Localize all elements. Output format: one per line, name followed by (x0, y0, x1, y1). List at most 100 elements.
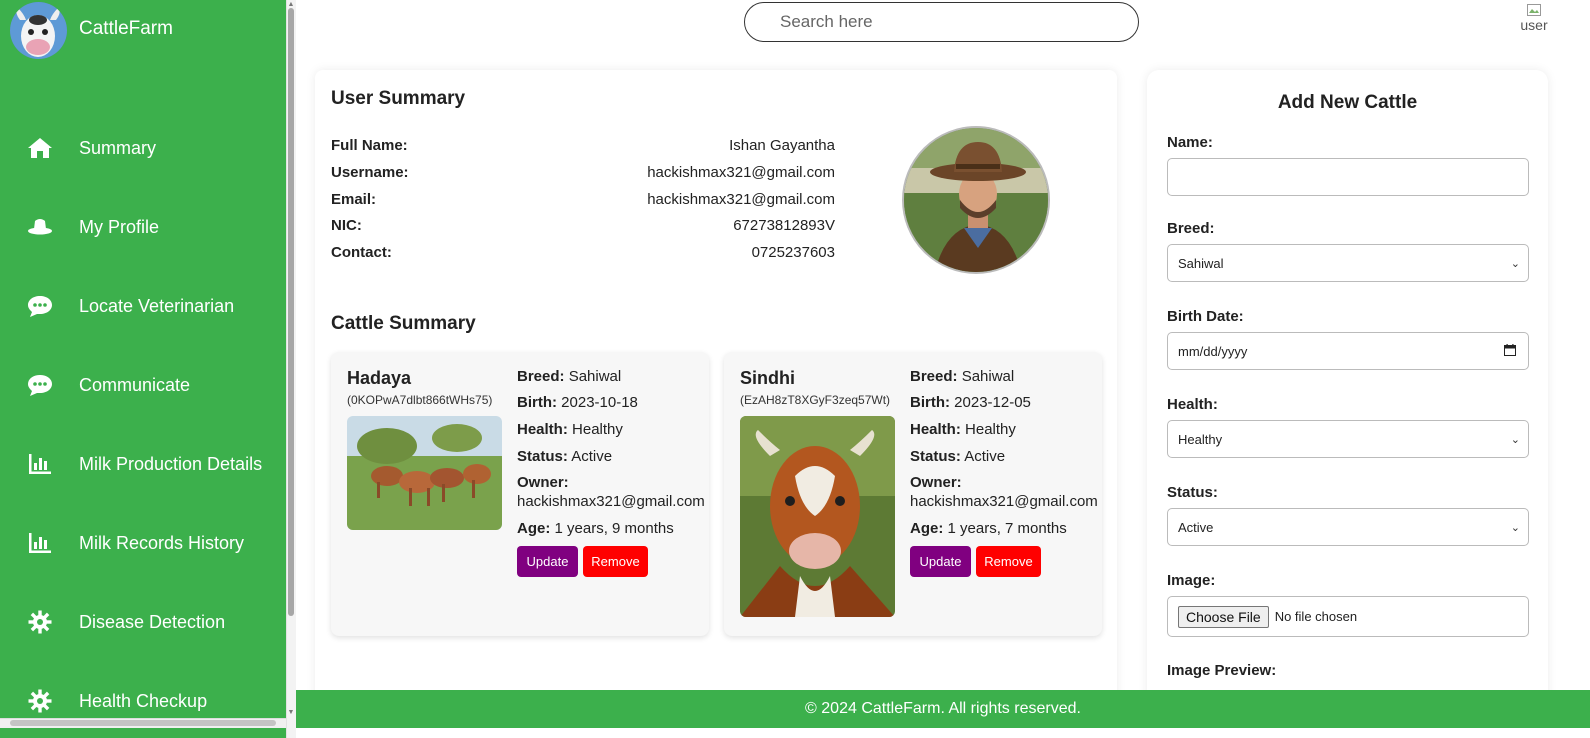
remove-button[interactable]: Remove (976, 546, 1041, 577)
age-value: 1 years, 9 months (554, 520, 674, 537)
status-value: Active (964, 448, 1006, 465)
birth-value: 2023-10-18 (561, 394, 638, 411)
chevron-down-icon: ⌄ (1510, 433, 1520, 446)
scroll-down-arrow-icon[interactable]: ▼ (286, 708, 296, 718)
cattle-status: Status: Active (517, 448, 612, 465)
cattle-photo (740, 416, 895, 617)
info-row-nic: NIC: 67273812893V (331, 217, 835, 239)
info-row-username: Username: hackishmax321@gmail.com (331, 164, 835, 186)
name-input[interactable] (1167, 158, 1529, 196)
sidebar-horizontal-scrollbar-thumb[interactable] (10, 720, 276, 726)
sidebar-scrollbar-thumb[interactable] (288, 8, 294, 616)
update-button[interactable]: Update (517, 546, 578, 577)
status-label: Status: (517, 448, 568, 465)
cattle-breed: Breed: Sahiwal (517, 368, 621, 385)
chevron-down-icon: ⌄ (1510, 257, 1520, 270)
birth-label: Birth: (517, 394, 557, 411)
cattle-summary-title: Cattle Summary (331, 313, 476, 334)
sidebar-item-label: My Profile (79, 216, 160, 237)
calendar-icon[interactable] (1504, 343, 1516, 359)
search-input[interactable] (744, 2, 1139, 42)
status-select-value: Active (1178, 519, 1214, 535)
image-file-input[interactable]: Choose File No file chosen (1167, 596, 1529, 637)
info-value: hackishmax321@gmail.com (647, 191, 835, 208)
sidebar-item-my-profile[interactable]: My Profile (0, 207, 286, 247)
cattle-birth: Birth: 2023-10-18 (517, 394, 638, 411)
cattle-age: Age: 1 years, 9 months (517, 520, 674, 537)
footer: © 2024 CattleFarm. All rights reserved. (296, 690, 1590, 728)
sidebar-item-label: Milk Records History (79, 532, 245, 553)
age-value: 1 years, 7 months (947, 520, 1067, 537)
cattle-id: (EzAH8zT8XGyF3zeq57Wt) (740, 393, 891, 407)
chevron-down-icon: ⌄ (1510, 521, 1520, 534)
user-avatar-broken-image[interactable]: user (1518, 4, 1550, 38)
name-label: Name: (1167, 134, 1213, 151)
sidebar-item-disease-detection[interactable]: Disease Detection (0, 602, 286, 642)
gear-icon (27, 688, 53, 714)
bar-chart-icon (27, 451, 53, 477)
info-key: NIC: (331, 217, 362, 234)
sidebar-item-milk-production-details[interactable]: Milk Production Details (0, 444, 286, 484)
gear-icon (27, 609, 53, 635)
sidebar-item-summary[interactable]: Summary (0, 128, 286, 168)
app-root: CattleFarm Summary My Profile Locate Vet… (0, 0, 1590, 738)
sidebar-item-label: Locate Veterinarian (79, 295, 235, 316)
remove-button[interactable]: Remove (583, 546, 648, 577)
status-value: Active (571, 448, 613, 465)
breed-select-value: Sahiwal (1178, 255, 1224, 271)
image-preview-label: Image Preview: (1167, 662, 1277, 679)
age-label: Age: (517, 520, 551, 537)
info-row-contact: Contact: 0725237603 (331, 244, 835, 266)
choose-file-button[interactable]: Choose File (1178, 605, 1269, 628)
cattle-health: Health: Healthy (517, 421, 623, 438)
health-label: Health: (1167, 396, 1218, 413)
cattle-owner-value: hackishmax321@gmail.com (910, 493, 1098, 510)
sidebar: CattleFarm Summary My Profile Locate Vet… (0, 0, 286, 738)
sidebar-item-communicate[interactable]: Communicate (0, 365, 286, 405)
cattle-status: Status: Active (910, 448, 1005, 465)
sidebar-item-health-checkup[interactable]: Health Checkup (0, 681, 286, 721)
brand-name[interactable]: CattleFarm (79, 18, 173, 40)
sidebar-item-milk-records-history[interactable]: Milk Records History (0, 523, 286, 563)
info-value: 0725237603 (751, 244, 835, 261)
breed-value: Sahiwal (961, 368, 1015, 385)
owner-label: Owner: (910, 474, 962, 491)
breed-label: Breed: (910, 368, 958, 385)
sidebar-item-label: Disease Detection (79, 611, 226, 632)
health-select-value: Healthy (1178, 431, 1223, 447)
breed-value: Sahiwal (568, 368, 622, 385)
cattle-photo (347, 416, 502, 530)
sidebar-item-locate-veterinarian[interactable]: Locate Veterinarian (0, 286, 286, 326)
owner-label: Owner: (517, 474, 569, 491)
info-row-email: Email: hackishmax321@gmail.com (331, 191, 835, 213)
status-select[interactable]: Active ⌄ (1167, 508, 1529, 546)
info-value: Ishan Gayantha (729, 137, 835, 154)
breed-select[interactable]: Sahiwal ⌄ (1167, 244, 1529, 282)
cattle-health: Health: Healthy (910, 421, 1016, 438)
home-icon (27, 135, 53, 161)
age-label: Age: (910, 520, 944, 537)
chat-icon (27, 372, 53, 398)
health-label: Health: (517, 421, 568, 438)
user-summary-title: User Summary (331, 88, 466, 109)
info-key: Username: (331, 164, 409, 181)
health-select[interactable]: Healthy ⌄ (1167, 420, 1529, 458)
breed-label: Breed: (1167, 220, 1215, 237)
chat-icon (27, 293, 53, 319)
health-value: Healthy (572, 421, 623, 438)
update-button[interactable]: Update (910, 546, 971, 577)
sidebar-item-label: Milk Production Details (79, 453, 263, 474)
file-status-text: No file chosen (1274, 609, 1358, 624)
broken-image-icon (1527, 4, 1541, 16)
breed-label: Breed: (517, 368, 565, 385)
cow-logo-icon[interactable] (10, 2, 67, 59)
cattle-breed: Breed: Sahiwal (910, 368, 1014, 385)
bar-chart-icon (27, 530, 53, 556)
birth-date-placeholder: mm/dd/yyyy (1178, 343, 1248, 359)
birth-date-input[interactable]: mm/dd/yyyy (1167, 332, 1529, 370)
sidebar-item-label: Summary (79, 137, 157, 158)
footer-text: © 2024 CattleFarm. All rights reserved. (805, 700, 1081, 717)
birth-date-label: Birth Date: (1167, 308, 1244, 325)
user-profile-photo (902, 126, 1050, 274)
add-cattle-title: Add New Cattle (1277, 92, 1418, 113)
